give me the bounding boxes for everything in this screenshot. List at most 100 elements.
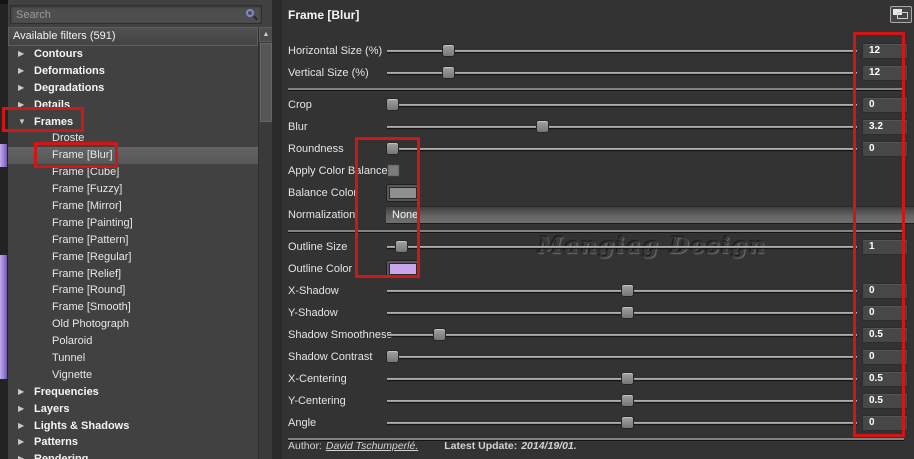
sidebar-item-droste[interactable]: Droste <box>8 130 258 147</box>
sidebar-item-frame-relief[interactable]: Frame [Relief] <box>8 266 258 283</box>
sidebar-item-frame-round[interactable]: Frame [Round] <box>8 282 258 299</box>
sidebar-item-frame-regular[interactable]: Frame [Regular] <box>8 249 258 266</box>
value-field[interactable]: 1 <box>862 239 908 255</box>
sidebar-item-frames[interactable]: ▼Frames <box>8 114 258 131</box>
sidebar-item-patterns[interactable]: ▶Patterns <box>8 434 258 451</box>
slider-track[interactable] <box>387 378 857 380</box>
slider-handle[interactable] <box>621 372 634 385</box>
value-field[interactable]: 0 <box>862 141 908 157</box>
sidebar-item-old-photograph[interactable]: Old Photograph <box>8 316 258 333</box>
slider-handle[interactable] <box>433 328 446 341</box>
sidebar-item-frame-fuzzy[interactable]: Frame [Fuzzy] <box>8 181 258 198</box>
value-field[interactable]: 12 <box>862 65 908 81</box>
search-input[interactable]: Search <box>10 5 262 24</box>
parameter-row-y-centering: Y-Centering0.5 <box>282 390 914 412</box>
value-field[interactable]: 0.5 <box>862 327 908 343</box>
chevron-right-icon[interactable]: ▶ <box>18 451 24 459</box>
parameter-row-apply-color-balance: Apply Color Balance <box>282 160 914 182</box>
color-swatch <box>389 263 417 275</box>
sidebar-item-contours[interactable]: ▶Contours <box>8 46 258 63</box>
value-field[interactable]: 3.2 <box>862 119 908 135</box>
sidebar-item-deformations[interactable]: ▶Deformations <box>8 63 258 80</box>
slider-track[interactable] <box>387 290 857 292</box>
slider-track[interactable] <box>387 422 857 424</box>
slider-track[interactable] <box>387 148 857 150</box>
scrollbar-up-button[interactable]: ▲ <box>259 27 273 42</box>
parameter-label: X-Shadow <box>288 285 339 297</box>
chevron-right-icon[interactable]: ▶ <box>18 46 24 63</box>
sidebar-item-frequencies[interactable]: ▶Frequencies <box>8 384 258 401</box>
slider-handle[interactable] <box>621 284 634 297</box>
sidebar-item-rendering[interactable]: ▶Rendering <box>8 451 258 459</box>
slider-track[interactable] <box>387 104 857 106</box>
slider-handle[interactable] <box>442 44 455 57</box>
slider-track[interactable] <box>387 126 857 128</box>
sidebar-item-frame-pattern[interactable]: Frame [Pattern] <box>8 232 258 249</box>
slider-handle[interactable] <box>442 66 455 79</box>
parameter-label: Normalization <box>288 209 355 221</box>
author-link[interactable]: David Tschumperlé. <box>326 440 418 452</box>
chevron-right-icon[interactable]: ▶ <box>18 97 24 114</box>
sidebar-item-label: Frame [Painting] <box>52 215 133 232</box>
chevron-right-icon[interactable]: ▶ <box>18 401 24 418</box>
sidebar-item-polaroid[interactable]: Polaroid <box>8 333 258 350</box>
slider-handle[interactable] <box>386 142 399 155</box>
value-field[interactable]: 0.5 <box>862 393 908 409</box>
sidebar-item-label: Degradations <box>34 80 104 97</box>
sidebar-item-label: Details <box>34 97 70 114</box>
chevron-down-icon[interactable]: ▼ <box>18 114 26 131</box>
sidebar-item-frame-smooth[interactable]: Frame [Smooth] <box>8 299 258 316</box>
slider-handle[interactable] <box>386 98 399 111</box>
chevron-right-icon[interactable]: ▶ <box>18 80 24 97</box>
parameter-row-y-shadow: Y-Shadow0 <box>282 302 914 324</box>
parameter-row-shadow-contrast: Shadow Contrast0 <box>282 346 914 368</box>
sidebar-item-details[interactable]: ▶ Details <box>8 97 258 114</box>
value-field[interactable]: 0 <box>862 97 908 113</box>
value-field[interactable]: 0 <box>862 283 908 299</box>
slider-handle[interactable] <box>395 240 408 253</box>
slider-track[interactable] <box>387 400 857 402</box>
value-field[interactable]: 12 <box>862 43 908 59</box>
slider-track[interactable] <box>387 246 857 248</box>
value-field[interactable]: 0 <box>862 305 908 321</box>
chevron-right-icon[interactable]: ▶ <box>18 418 24 435</box>
slider-handle[interactable] <box>621 306 634 319</box>
slider-handle[interactable] <box>386 350 399 363</box>
sidebar-item-lights-shadows[interactable]: ▶ Lights & Shadows <box>8 418 258 435</box>
search-icon[interactable] <box>244 8 258 22</box>
sidebar-item-layers[interactable]: ▶Layers <box>8 401 258 418</box>
slider-handle[interactable] <box>621 394 634 407</box>
checkbox[interactable] <box>387 164 400 177</box>
slider-track[interactable] <box>387 72 857 74</box>
sidebar-item-label: Lights & Shadows <box>34 418 129 435</box>
sidebar-item-frame-cube[interactable]: Frame [Cube] <box>8 164 258 181</box>
chevron-right-icon[interactable]: ▶ <box>18 434 24 451</box>
color-picker-button[interactable] <box>386 184 420 202</box>
value-field[interactable]: 0 <box>862 349 908 365</box>
slider-track[interactable] <box>387 356 857 358</box>
slider-track[interactable] <box>387 50 857 52</box>
sidebar-item-label: Frame [Blur] <box>52 147 113 164</box>
sidebar-item-frame-painting[interactable]: Frame [Painting] <box>8 215 258 232</box>
sidebar-item-degradations[interactable]: ▶ Degradations <box>8 80 258 97</box>
sidebar-item-frame-blur[interactable]: Frame [Blur] <box>8 147 258 164</box>
value-field[interactable]: 0 <box>862 415 908 431</box>
scrollbar-thumb[interactable] <box>260 43 272 122</box>
chevron-right-icon[interactable]: ▶ <box>18 63 24 80</box>
sidebar-item-frame-mirror[interactable]: Frame [Mirror] <box>8 198 258 215</box>
sidebar-item-tunnel[interactable]: Tunnel <box>8 350 258 367</box>
separator-line <box>288 88 904 90</box>
filter-list-scrollbar[interactable]: ▲ <box>258 27 272 459</box>
slider-handle[interactable] <box>536 120 549 133</box>
slider-track[interactable] <box>387 312 857 314</box>
sidebar-item-vignette[interactable]: Vignette <box>8 367 258 384</box>
color-picker-button[interactable] <box>386 260 420 278</box>
chevron-right-icon[interactable]: ▶ <box>18 384 24 401</box>
parameter-label: Apply Color Balance <box>288 165 388 177</box>
panel-divider <box>272 0 282 459</box>
dropdown-select[interactable]: None <box>386 206 914 224</box>
slider-handle[interactable] <box>621 416 634 429</box>
slider-track[interactable] <box>387 334 857 336</box>
separator-line <box>288 230 904 232</box>
value-field[interactable]: 0.5 <box>862 371 908 387</box>
